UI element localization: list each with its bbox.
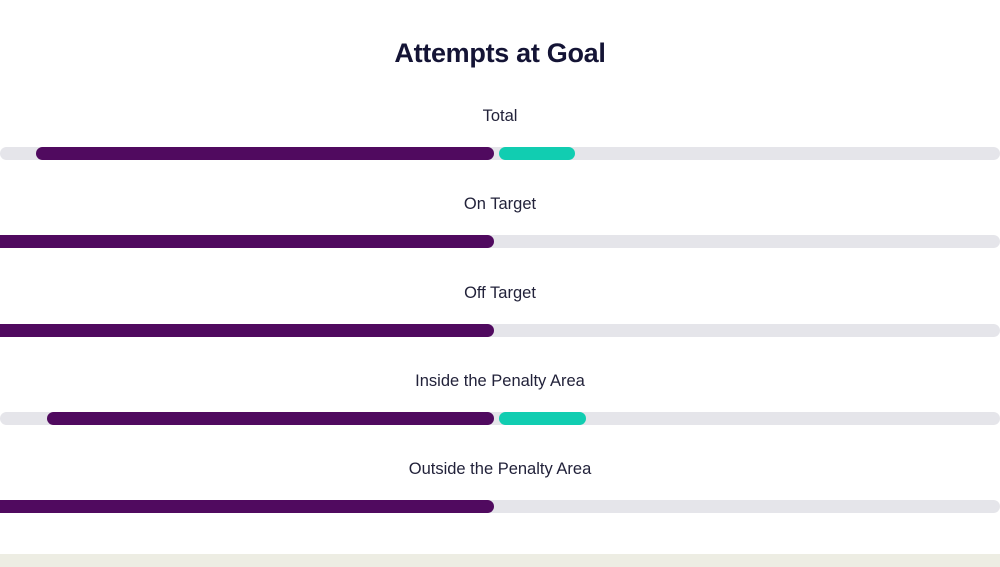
bar-segment-right[interactable] [499,147,575,160]
bar-row-total[interactable]: Total [0,104,1000,182]
bar-row-label: Off Target [464,284,536,302]
bar-row-inside-the-penalty-area[interactable]: Inside the Penalty Area [0,369,1000,447]
bar-row-label: Inside the Penalty Area [415,372,585,390]
bar-row-label: Total [482,107,518,125]
bar-segment-left[interactable] [0,500,494,513]
bar-segment-left[interactable] [0,324,494,337]
bar-track [0,500,1000,513]
bar-row-label: On Target [463,195,537,213]
bar-track [0,235,1000,248]
bar-track [0,412,1000,425]
bar-segment-right[interactable] [499,412,586,425]
attempts-at-goal-chart: Attempts at Goal Total On Target Off Tar… [0,0,1000,567]
bar-segment-left[interactable] [47,412,494,425]
bottom-strip [0,554,1000,567]
bar-track [0,324,1000,337]
chart-title: Attempts at Goal [394,38,606,68]
bar-row-outside-the-penalty-area[interactable]: Outside the Penalty Area [0,457,1000,535]
bar-segment-left[interactable] [0,235,494,248]
bar-track [0,147,1000,160]
bar-row-label: Outside the Penalty Area [408,460,592,478]
bar-row-on-target[interactable]: On Target [0,192,1000,270]
bar-row-off-target[interactable]: Off Target [0,281,1000,359]
bar-segment-left[interactable] [36,147,494,160]
